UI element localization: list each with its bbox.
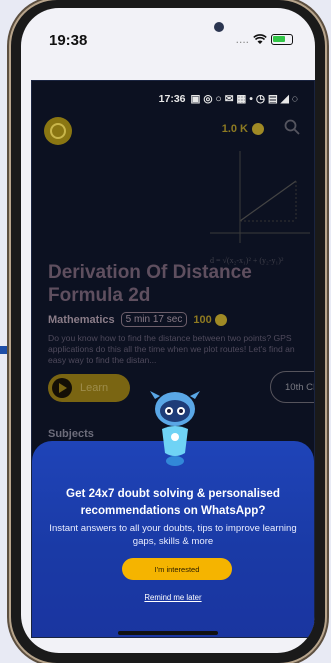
profile-avatar[interactable] <box>44 117 72 145</box>
interested-button[interactable]: I'm interested <box>122 558 232 580</box>
android-status-icons: ▣ ◎ ○ ✉ ▦ • ◷ ▤ ◢ ◌ <box>190 93 298 105</box>
home-indicator[interactable] <box>118 631 218 635</box>
battery-charging-icon <box>271 33 293 45</box>
coin-icon <box>252 123 264 135</box>
video-title: Derivation Of Distance Formula 2d <box>48 262 252 306</box>
ios-time: 19:38 <box>49 32 88 49</box>
android-status-bar: 17:36 ▣ ◎ ○ ✉ ▦ • ◷ ▤ ◢ ◌ <box>159 93 298 105</box>
duration-badge: 5 min 17 sec <box>120 312 188 327</box>
points-value: 100 <box>193 313 212 326</box>
phone-screen: 19:38 .... 17:36 ▣ ◎ ○ ✉ ▦ • ◷ ▤ ◢ ◌ 1.0 <box>21 8 315 653</box>
points-badge: 100 <box>193 313 227 326</box>
mascot-robot-icon <box>150 391 200 466</box>
play-icon <box>52 378 72 398</box>
signal-icon: .... <box>235 32 249 46</box>
wifi-icon <box>253 33 267 44</box>
subjects-heading: Subjects <box>48 428 94 440</box>
thumbnail-graph: d = √(x₂-x₁)² + (y₂-y₁)² <box>210 151 310 265</box>
phone-frame: 19:38 .... 17:36 ▣ ◎ ○ ✉ ▦ • ◷ ▤ ◢ ◌ 1.0 <box>11 0 325 663</box>
ios-status-bar: 19:38 .... <box>21 26 315 54</box>
learn-label: Learn <box>80 382 109 394</box>
sheet-subtext: Instant answers to all your doubts, tips… <box>49 523 297 547</box>
coin-count: 1.0 K <box>221 123 248 135</box>
ios-status-icons: .... <box>236 32 293 46</box>
camera <box>214 22 224 32</box>
video-description: Do you know how to find the distance bet… <box>48 333 295 365</box>
avatar-icon <box>50 123 66 139</box>
coin-balance[interactable]: 1.0 K <box>222 123 264 135</box>
grade-tag[interactable]: 10th CBSE <box>270 371 314 403</box>
app-webview: 17:36 ▣ ◎ ○ ✉ ▦ • ◷ ▤ ◢ ◌ 1.0 K d = √(x₂… <box>31 80 315 638</box>
remind-later-link[interactable]: Remind me later <box>32 593 314 602</box>
learn-button[interactable]: Learn <box>48 374 130 402</box>
sheet-headline: Get 24x7 doubt solving & personalised re… <box>66 487 280 517</box>
subject-label: Mathematics <box>48 313 115 326</box>
coin-icon <box>214 313 227 326</box>
top-bar: 1.0 K <box>32 113 314 153</box>
android-time: 17:36 <box>158 93 186 105</box>
video-meta: Mathematics 5 min 17 sec 100 <box>48 312 227 327</box>
search-icon[interactable] <box>284 119 300 135</box>
